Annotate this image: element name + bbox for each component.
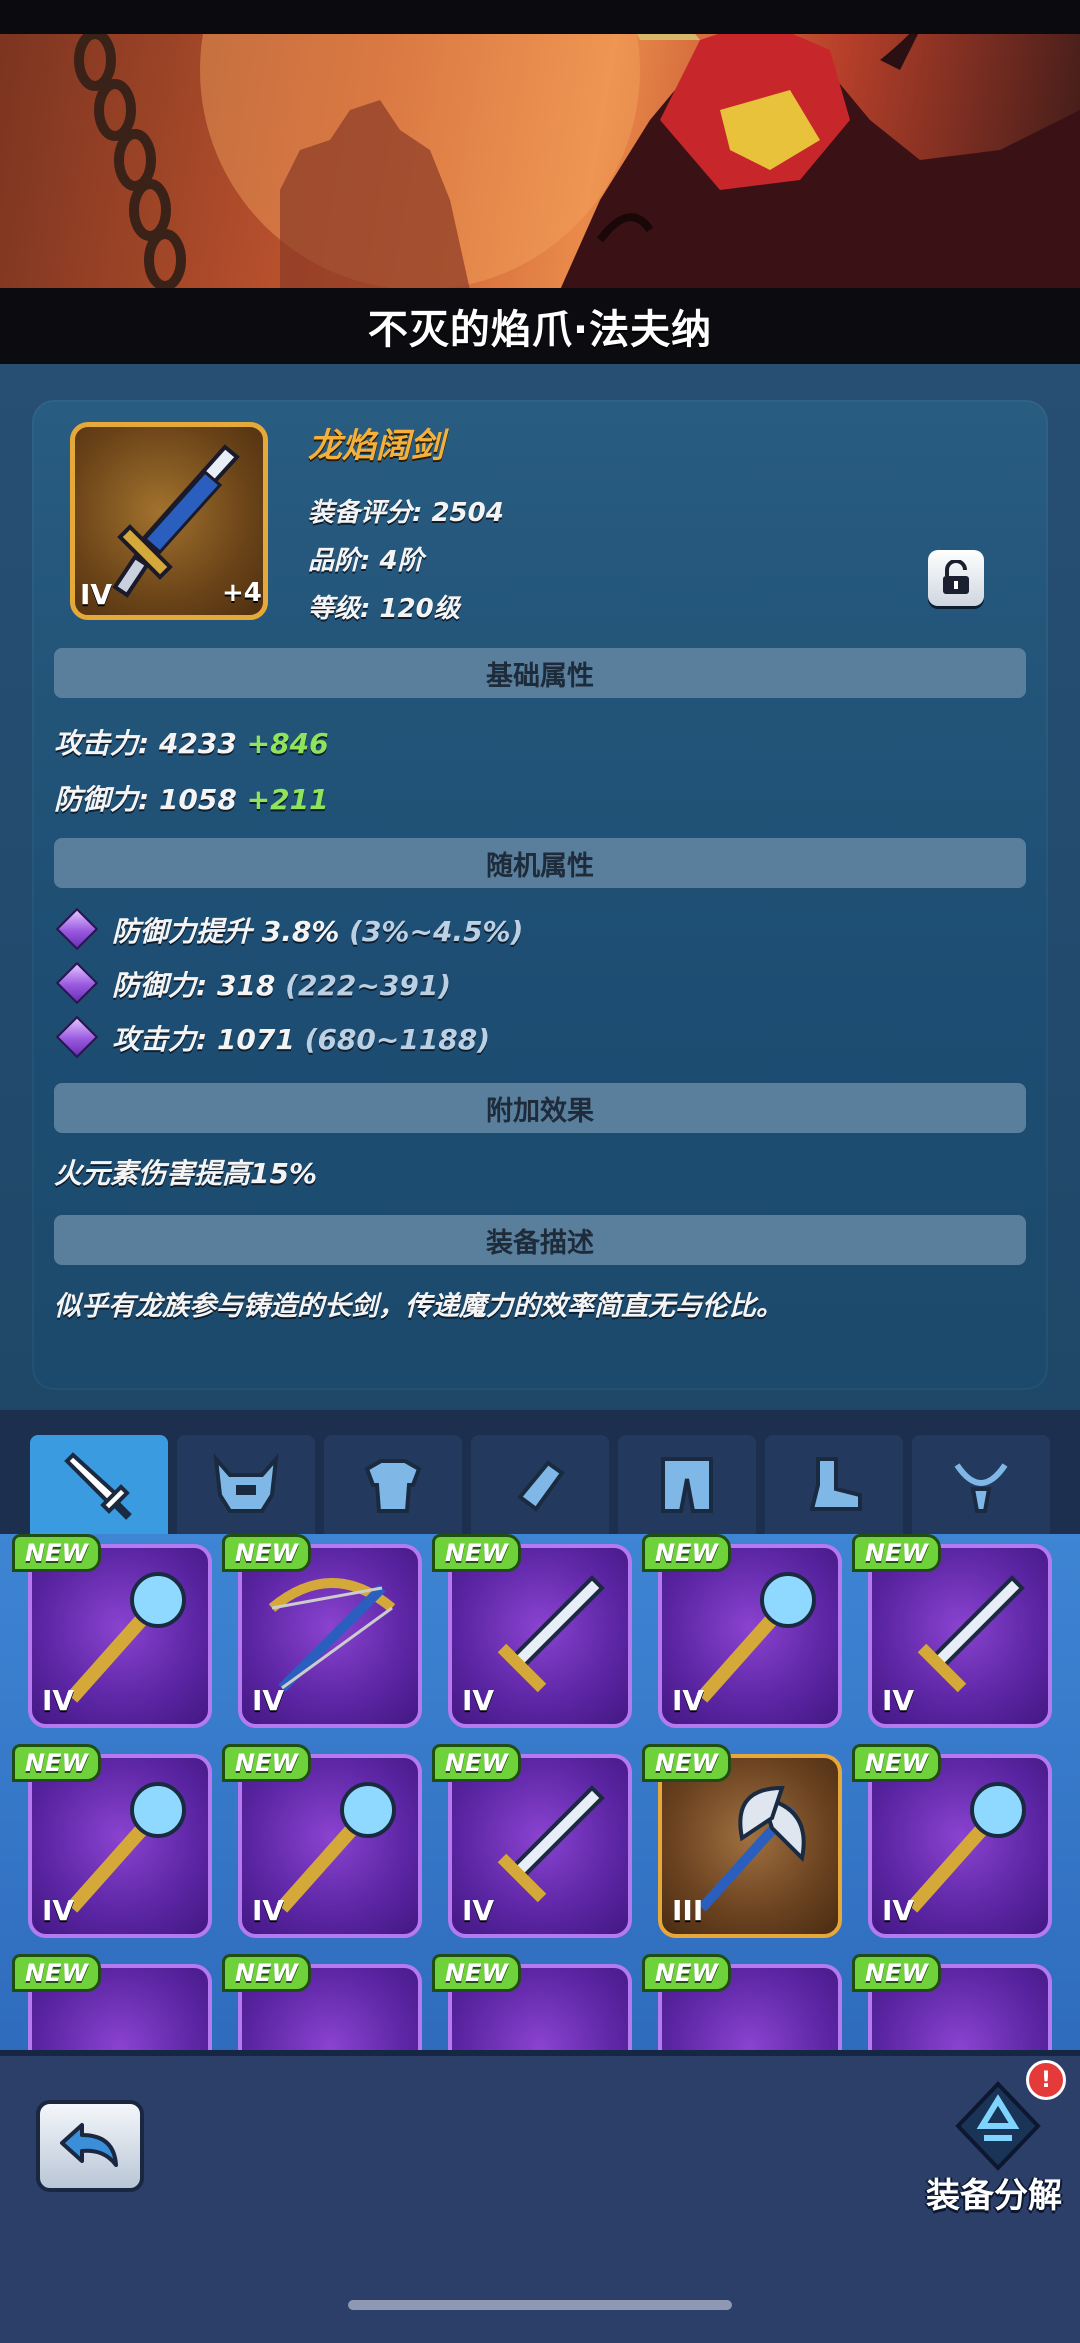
random-stat-row: 防御力: 318 (222~391) — [112, 964, 451, 1004]
status-bar — [0, 0, 1080, 34]
tab-pants[interactable] — [618, 1435, 756, 1534]
random-stat-row: 防御力提升 3.8% (3%~4.5%) — [112, 910, 523, 950]
hero-title: 不灭的焰爪·法夫纳 — [367, 307, 713, 353]
random-stat-range: (222~391) — [285, 969, 452, 1002]
slot-tier: IV — [252, 1894, 285, 1927]
slot-tier: IV — [252, 1684, 285, 1717]
new-badge: NEW — [12, 1534, 101, 1572]
home-indicator — [348, 2300, 732, 2310]
item-grade-value: 4阶 — [379, 546, 424, 576]
new-badge: NEW — [852, 1954, 941, 1992]
item-description: 似乎有龙族参与铸造的长剑，传递魔力的效率简直无与伦比。 — [54, 1291, 783, 1322]
new-badge: NEW — [222, 1954, 311, 1992]
new-badge: NEW — [222, 1534, 311, 1572]
lock-button[interactable] — [928, 550, 984, 606]
slot-tier: IV — [42, 1684, 75, 1717]
section-base-stats: 基础属性 — [54, 648, 1026, 698]
item-score: 装备评分: 2504 — [308, 492, 504, 529]
inventory-grid: IV IV IV IV IV IV IV IV III IV NEW NEW N… — [0, 1534, 1080, 2054]
new-badge: NEW — [12, 1744, 101, 1782]
tab-boots[interactable] — [765, 1435, 903, 1534]
random-stat-row: 攻击力: 1071 (680~1188) — [112, 1018, 490, 1058]
hero-banner — [0, 0, 1080, 290]
stat-value: 4233 — [158, 727, 237, 760]
random-stat-text: 防御力: 318 — [112, 969, 276, 1002]
random-stat-range: (680~1188) — [304, 1023, 491, 1056]
new-badge: NEW — [852, 1744, 941, 1782]
gauntlet-icon — [517, 1459, 565, 1512]
stat-bonus: +211 — [246, 783, 329, 816]
stat-label: 攻击力: — [54, 727, 150, 760]
bonus-effect-text: 火元素伤害提高15% — [54, 1157, 318, 1190]
notification-badge: ! — [1026, 2060, 1066, 2100]
decompose-label[interactable]: 装备分解 — [926, 2168, 1062, 2217]
slot-tier: IV — [42, 1894, 75, 1927]
item-level: 等级: 120级 — [308, 588, 460, 625]
item-score-label: 装备评分: — [308, 498, 423, 528]
slot-tier: IV — [462, 1684, 495, 1717]
random-stat-range: (3%~4.5%) — [349, 915, 524, 948]
new-badge: NEW — [432, 1534, 521, 1572]
item-name: 龙焰阔剑 — [308, 426, 444, 466]
item-score-value: 2504 — [431, 498, 504, 528]
tab-helmet[interactable] — [177, 1435, 315, 1534]
slot-tier: III — [672, 1894, 704, 1927]
tab-gauntlet[interactable] — [471, 1435, 609, 1534]
unlock-icon — [943, 560, 969, 594]
item-grade: 品阶: 4阶 — [308, 540, 424, 577]
new-badge: NEW — [852, 1534, 941, 1572]
slot-tier: IV — [672, 1684, 705, 1717]
tab-necklace[interactable] — [912, 1435, 1050, 1534]
tab-armor[interactable] — [324, 1435, 462, 1534]
pants-icon — [661, 1456, 713, 1513]
section-description: 装备描述 — [54, 1215, 1026, 1265]
stat-value: 1058 — [158, 783, 237, 816]
new-badge: NEW — [12, 1954, 101, 1992]
new-badge: NEW — [642, 1744, 731, 1782]
new-badge: NEW — [432, 1744, 521, 1782]
item-level-value: 120级 — [379, 594, 460, 624]
random-stat-text: 防御力提升 3.8% — [112, 915, 340, 948]
stat-label: 防御力: — [54, 783, 150, 816]
item-tier: IV — [80, 578, 113, 611]
stat-bonus: +846 — [246, 727, 329, 760]
random-stat-text: 攻击力: 1071 — [112, 1023, 295, 1056]
item-grade-label: 品阶: — [308, 546, 371, 576]
sword-icon — [64, 1451, 132, 1520]
back-arrow-icon — [60, 2123, 118, 2167]
armor-icon — [364, 1458, 422, 1513]
base-stat-defense: 防御力: 1058 +211 — [54, 778, 329, 818]
hero-title-bar: 不灭的焰爪·法夫纳 — [0, 288, 1080, 364]
new-badge: NEW — [222, 1744, 311, 1782]
slot-tier: IV — [882, 1684, 915, 1717]
tab-weapon[interactable] — [30, 1435, 168, 1534]
section-random-stats: 随机属性 — [54, 838, 1026, 888]
section-bonus-effect: 附加效果 — [54, 1083, 1026, 1133]
hero-artwork — [74, 0, 1080, 290]
back-button[interactable] — [36, 2100, 144, 2192]
slot-tier: IV — [462, 1894, 495, 1927]
base-stat-attack: 攻击力: 4233 +846 — [54, 722, 329, 762]
new-badge: NEW — [642, 1954, 731, 1992]
item-enhance-level: +4 — [222, 578, 262, 608]
new-badge: NEW — [642, 1534, 731, 1572]
new-badge: NEW — [432, 1954, 521, 1992]
helmet-icon — [213, 1452, 279, 1513]
boots-icon — [809, 1456, 862, 1511]
necklace-icon — [954, 1462, 1008, 1513]
item-level-label: 等级: — [308, 594, 371, 624]
slot-tier: IV — [882, 1894, 915, 1927]
